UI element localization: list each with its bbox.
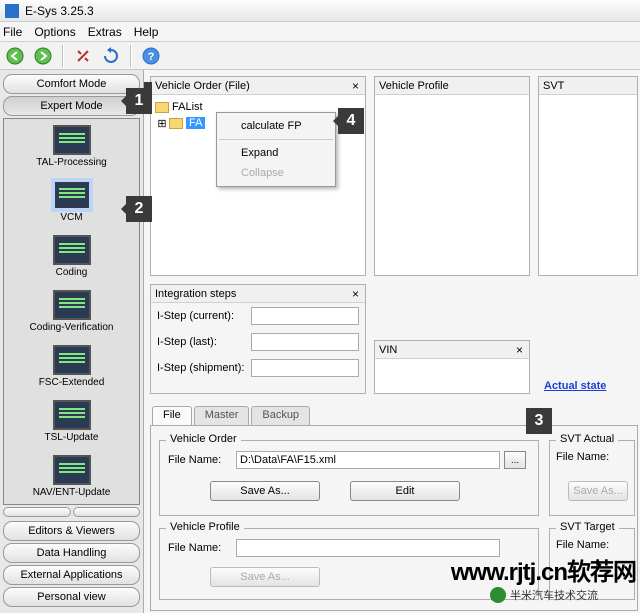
menu-extras[interactable]: Extras [88,25,122,39]
save-as-button[interactable]: Save As... [210,481,320,501]
external-applications-button[interactable]: External Applications [3,565,140,585]
istep-last-input[interactable] [251,333,359,351]
istep-last-label: I-Step (last): [157,336,251,348]
toolbar-separator-2 [130,45,132,67]
vehicle-order-group: Vehicle Order File Name: ... Save As... … [159,440,539,516]
edit-button[interactable]: Edit [350,481,460,501]
personal-view-button[interactable]: Personal view [3,587,140,607]
tab-file[interactable]: File [152,406,192,426]
folder-icon [169,118,183,129]
file-name-label: File Name: [168,542,232,554]
sidebar-item-coding-verification[interactable]: Coding-Verification [4,284,139,339]
sidebar-item-coding[interactable]: Coding [4,229,139,284]
istep-shipment-input[interactable] [251,359,359,377]
sidebar-item-nav-ent-update[interactable]: NAV/ENT-Update [4,449,139,504]
menu-separator [219,139,333,140]
tab-master[interactable]: Master [194,406,250,426]
callout-4: 4 [338,108,364,134]
forward-button[interactable] [32,45,54,67]
module-list: TAL-Processing VCM Coding Coding-Verific… [3,118,140,505]
svg-text:?: ? [148,51,155,63]
module-icon [53,455,91,485]
file-name-label: File Name: [556,451,609,463]
callout-3: 3 [526,408,552,434]
vin-panel: VIN × [374,340,530,394]
module-icon [53,345,91,375]
module-icon [53,125,91,155]
file-name-label: File Name: [556,539,609,551]
close-icon[interactable]: × [350,79,361,93]
istep-current-label: I-Step (current): [157,310,251,322]
module-icon [53,400,91,430]
app-icon [5,4,19,18]
title-bar: E-Sys 3.25.3 [0,0,640,22]
context-menu: calculate FP Expand Collapse [216,112,336,187]
group-title: Vehicle Order [166,433,241,445]
window-title: E-Sys 3.25.3 [25,4,94,18]
tab-strip: File Master Backup [152,406,312,426]
ctx-calculate-fp[interactable]: calculate FP [217,116,335,136]
browse-button[interactable]: ... [504,451,526,469]
content-area: Vehicle Order (File) × FAList ⊞ FA [144,70,640,613]
file-name-input[interactable] [236,451,500,469]
scroll-down-button[interactable] [73,507,141,517]
back-button[interactable] [4,45,26,67]
integration-steps-panel: Integration steps × I-Step (current): I-… [150,284,366,394]
ctx-collapse: Collapse [217,163,335,183]
group-title: SVT Actual [556,433,618,445]
sidebar-item-tal[interactable]: TAL-Processing [4,119,139,174]
panel-title: Vehicle Order (File) [155,80,250,92]
tab-backup[interactable]: Backup [251,406,310,426]
data-handling-button[interactable]: Data Handling [3,543,140,563]
istep-shipment-label: I-Step (shipment): [157,362,251,374]
panel-title: SVT [543,80,564,92]
connect-button[interactable] [72,45,94,67]
module-icon [53,180,91,210]
watermark-sub: 半米汽车技术交流 [490,587,598,603]
callout-1: 1 [126,88,152,114]
editors-viewers-button[interactable]: Editors & Viewers [3,521,140,541]
group-title: Vehicle Profile [166,521,244,533]
sidebar-item-tsl-update[interactable]: TSL-Update [4,394,139,449]
svt-panel: SVT [538,76,638,276]
svt-actual-group: SVT Actual File Name: Save As... [549,440,635,516]
folder-icon [155,102,169,113]
help-button[interactable]: ? [140,45,162,67]
menu-options[interactable]: Options [34,25,75,39]
save-as-button: Save As... [568,481,628,501]
panel-title: Vehicle Profile [379,80,449,92]
scroll-up-button[interactable] [3,507,71,517]
menu-help[interactable]: Help [134,25,159,39]
actual-state-link[interactable]: Actual state [544,380,606,392]
watermark-logo-icon [490,587,506,603]
callout-2: 2 [126,196,152,222]
close-icon[interactable]: × [350,287,361,301]
save-as-button: Save As... [210,567,320,587]
refresh-button[interactable] [100,45,122,67]
menu-file[interactable]: File [3,25,22,39]
vehicle-profile-panel: Vehicle Profile [374,76,530,276]
close-icon[interactable]: × [514,343,525,357]
module-icon [53,235,91,265]
group-title: SVT Target [556,521,619,533]
sidebar: Comfort Mode Expert Mode TAL-Processing … [0,70,144,613]
expand-icon[interactable]: ⊞ [155,117,169,130]
watermark: www.rjtj.cn软荐网 [451,552,636,587]
module-icon [53,290,91,320]
comfort-mode-button[interactable]: Comfort Mode [3,74,140,94]
panel-title: Integration steps [155,288,236,300]
menu-bar: File Options Extras Help [0,22,640,42]
toolbar: ? [0,42,640,70]
istep-current-input[interactable] [251,307,359,325]
toolbar-separator [62,45,64,67]
panel-title: VIN [379,344,397,356]
ctx-expand[interactable]: Expand [217,143,335,163]
sidebar-item-fsc-extended[interactable]: FSC-Extended [4,339,139,394]
file-name-label: File Name: [168,454,232,466]
